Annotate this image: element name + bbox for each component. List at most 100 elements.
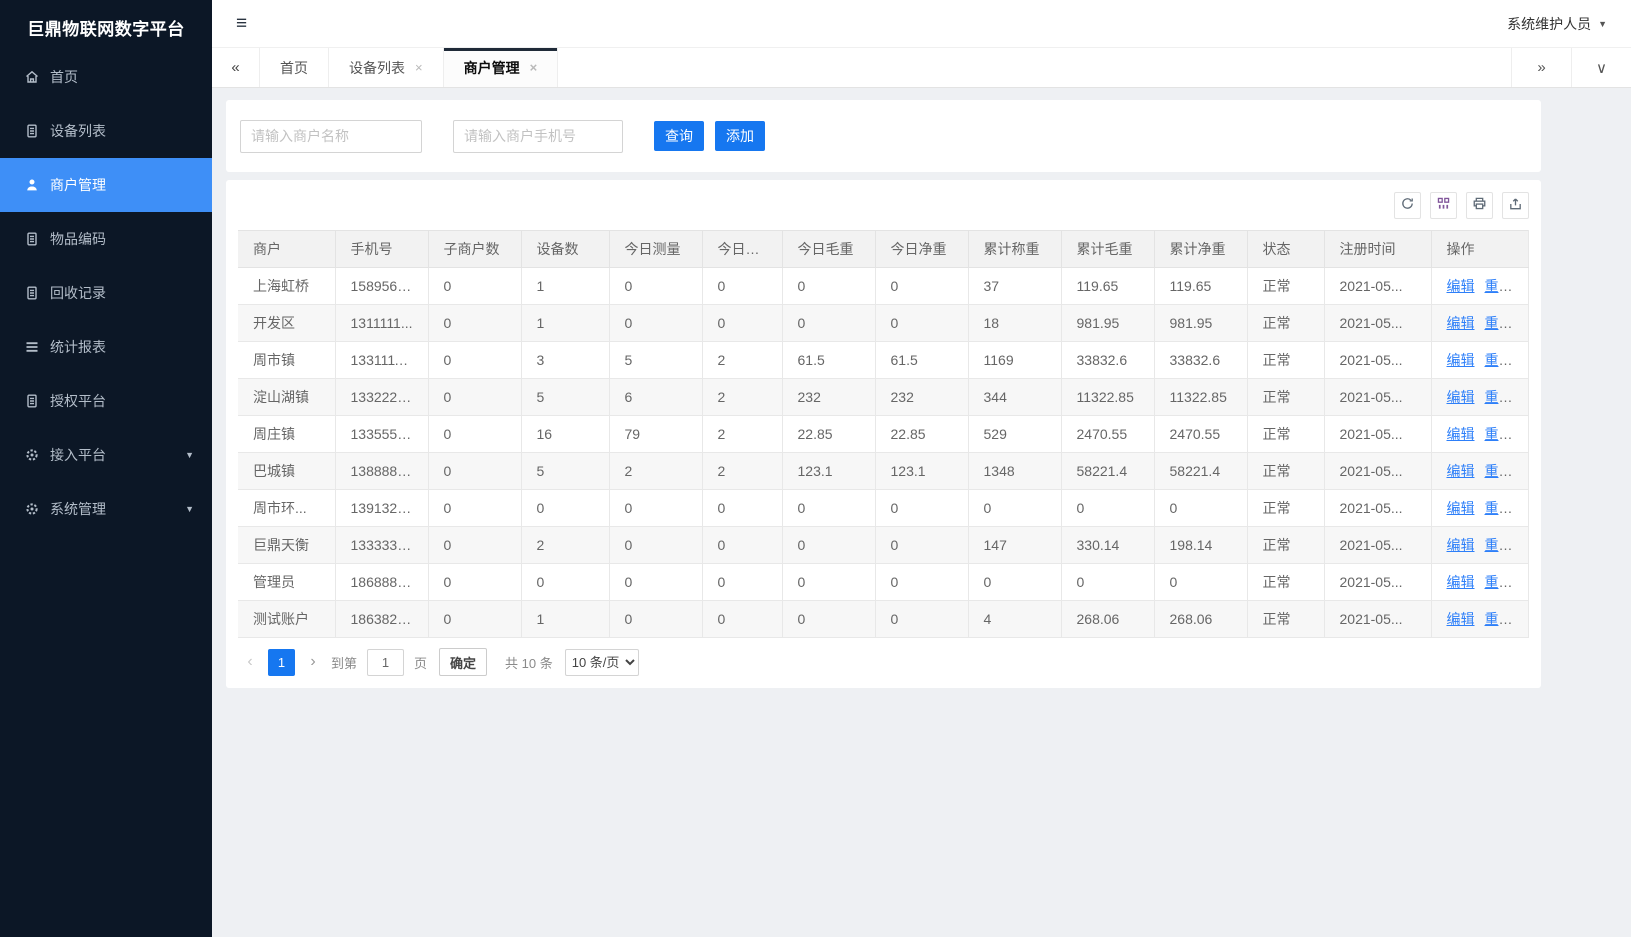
table-cell: 2 (702, 379, 782, 416)
table-cell: 0 (1061, 490, 1154, 527)
reset-link[interactable]: 重... (1485, 537, 1511, 553)
table-cell: 2021-05... (1324, 305, 1431, 342)
table-cell: 1348 (968, 453, 1061, 490)
goto-confirm-button[interactable]: 确定 (439, 648, 487, 676)
table-cell: 上海虹桥 (238, 268, 335, 305)
table-cell: 0 (782, 564, 875, 601)
table-cell: 18 (968, 305, 1061, 342)
columns-button[interactable] (1430, 192, 1457, 219)
reset-link[interactable]: 重... (1485, 500, 1511, 516)
table-cell: 0 (702, 305, 782, 342)
tab-home[interactable]: 首页 (260, 48, 329, 87)
sidebar-menu: 首页设备列表商户管理物品编码回收记录统计报表授权平台接入平台▼系统管理▼ (0, 50, 212, 536)
table-cell: 2 (521, 527, 609, 564)
sidebar-item-stats-report[interactable]: 统计报表 (0, 320, 212, 374)
actions-cell: 编辑重... (1431, 268, 1529, 305)
search-panel: 查询 添加 (226, 100, 1541, 172)
close-icon[interactable]: × (415, 60, 423, 75)
table-cell: 正常 (1247, 305, 1324, 342)
sidebar-item-home[interactable]: 首页 (0, 50, 212, 104)
table-cell: 1863820... (335, 601, 428, 638)
table-cell: 0 (875, 268, 968, 305)
edit-link[interactable]: 编辑 (1447, 278, 1475, 294)
page-prev-icon[interactable]: ‹ (238, 653, 262, 671)
merchant-phone-input[interactable] (453, 120, 623, 153)
table-cell: 0 (782, 601, 875, 638)
sidebar-item-system-mgmt[interactable]: 系统管理▼ (0, 482, 212, 536)
reset-link[interactable]: 重... (1485, 463, 1511, 479)
export-button[interactable] (1502, 192, 1529, 219)
sidebar-item-device-list[interactable]: 设备列表 (0, 104, 212, 158)
table-cell: 22.85 (875, 416, 968, 453)
table-cell: 正常 (1247, 601, 1324, 638)
gear-icon (24, 501, 40, 517)
tabs-scroll-left-icon[interactable]: « (212, 48, 260, 87)
tabs-dropdown-icon[interactable]: ∨ (1571, 48, 1631, 87)
sidebar-item-merchant-mgmt[interactable]: 商户管理 (0, 158, 212, 212)
table-cell: 0 (875, 305, 968, 342)
column-header: 状态 (1247, 231, 1324, 268)
edit-link[interactable]: 编辑 (1447, 574, 1475, 590)
reset-link[interactable]: 重... (1485, 352, 1511, 368)
table-cell: 0 (702, 527, 782, 564)
table-cell: 5 (521, 379, 609, 416)
table-cell: 1391323... (335, 490, 428, 527)
edit-link[interactable]: 编辑 (1447, 537, 1475, 553)
refresh-button[interactable] (1394, 192, 1421, 219)
table-cell: 0 (428, 416, 521, 453)
table-header-row: 商户手机号子商户数设备数今日测量今日设...今日毛重今日净重累计称重累计毛重累计… (238, 231, 1529, 268)
tab-device-list[interactable]: 设备列表× (329, 48, 444, 87)
query-button[interactable]: 查询 (654, 121, 704, 151)
sidebar-item-recycle-record[interactable]: 回收记录 (0, 266, 212, 320)
reset-link[interactable]: 重... (1485, 389, 1511, 405)
edit-link[interactable]: 编辑 (1447, 426, 1475, 442)
export-icon (1508, 196, 1523, 216)
user-menu[interactable]: 系统维护人员 ▼ (1507, 14, 1607, 34)
edit-link[interactable]: 编辑 (1447, 500, 1475, 516)
table-cell: 2021-05... (1324, 527, 1431, 564)
actions-cell: 编辑重... (1431, 453, 1529, 490)
edit-link[interactable]: 编辑 (1447, 611, 1475, 627)
table-cell: 198.14 (1154, 527, 1247, 564)
print-button[interactable] (1466, 192, 1493, 219)
sidebar-item-access-platform[interactable]: 接入平台▼ (0, 428, 212, 482)
reset-link[interactable]: 重... (1485, 611, 1511, 627)
tab-merchant-mgmt[interactable]: 商户管理× (444, 48, 559, 87)
reset-link[interactable]: 重... (1485, 574, 1511, 590)
table-cell: 0 (968, 564, 1061, 601)
column-header: 今日测量 (609, 231, 702, 268)
merchant-name-input[interactable] (240, 120, 422, 153)
table-cell: 2021-05... (1324, 268, 1431, 305)
table-cell: 6 (609, 379, 702, 416)
table-cell: 2021-05... (1324, 453, 1431, 490)
pagination: ‹ 1 › 到第 页 确定 共 10 条 10 条/页 (238, 638, 1529, 676)
reset-link[interactable]: 重... (1485, 426, 1511, 442)
collapse-menu-icon[interactable]: ≡ (236, 14, 247, 33)
sidebar-item-item-code[interactable]: 物品编码 (0, 212, 212, 266)
sidebar-item-auth-platform[interactable]: 授权平台 (0, 374, 212, 428)
edit-link[interactable]: 编辑 (1447, 352, 1475, 368)
sidebar-item-label: 统计报表 (50, 337, 106, 357)
table-cell: 0 (609, 527, 702, 564)
table-toolbar (238, 192, 1529, 230)
add-button[interactable]: 添加 (715, 121, 765, 151)
table-cell: 0 (875, 490, 968, 527)
table-cell: 33832.6 (1154, 342, 1247, 379)
page-size-select[interactable]: 10 条/页 (565, 649, 639, 676)
page-number-button[interactable]: 1 (268, 649, 295, 676)
table-row: 周市环...1391323...000000000正常2021-05...编辑重… (238, 490, 1529, 527)
table-cell: 2470.55 (1061, 416, 1154, 453)
reset-link[interactable]: 重... (1485, 315, 1511, 331)
tabs-scroll-right-icon[interactable]: » (1511, 48, 1571, 87)
close-icon[interactable]: × (530, 60, 538, 75)
reset-link[interactable]: 重... (1485, 278, 1511, 294)
table-cell: 正常 (1247, 379, 1324, 416)
table-cell: 33832.6 (1061, 342, 1154, 379)
table-row: 开发区1311111...01000018981.95981.95正常2021-… (238, 305, 1529, 342)
page-next-icon[interactable]: › (301, 653, 325, 671)
edit-link[interactable]: 编辑 (1447, 463, 1475, 479)
edit-link[interactable]: 编辑 (1447, 315, 1475, 331)
table-cell: 0 (1061, 564, 1154, 601)
goto-page-input[interactable] (367, 649, 404, 676)
edit-link[interactable]: 编辑 (1447, 389, 1475, 405)
